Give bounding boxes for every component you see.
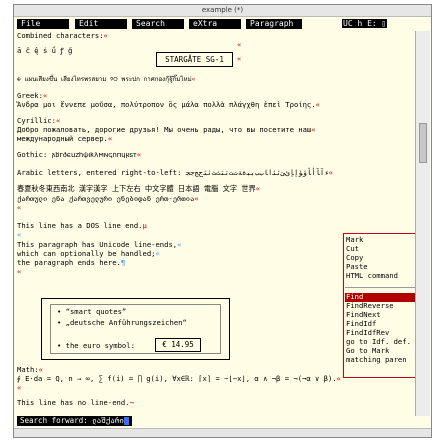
menu-edit[interactable]: Edit [75,19,127,29]
text-line: Math:« [17,365,43,374]
indicator-text: UC h E: ▯ [342,19,388,28]
text-line: ∮ E⋅da = Q, n → ∞, ∑ f(i) = ∏ g(i), ∀x∈ℝ… [17,374,341,383]
text-line: 春夏秋冬東西南北 漢字漢字 上下左右 中文字體 日本語 電腦 文字 世界« [17,184,261,193]
quotes-box: • “smart quotes” • „deutsche Anführungsz… [41,298,230,360]
menu-file[interactable]: File [17,19,69,29]
eol-marker: « [17,267,22,276]
menu-item-matching-paren[interactable]: matching paren [346,355,407,365]
stargate-label: STARGÅTE SG-1 [156,52,233,67]
text-line: Добро пожаловать, дорогие друзья! Мы оче… [17,125,316,134]
text-line: Combined characters:« [17,31,108,40]
text-line: the paragraph ends here.¶ [17,258,126,267]
text-line: ⊕ แผนเสียงขึ้น เสียงไทรพรสยาม ୨୦ พระปก ก… [17,76,196,83]
vertical-scrollbar[interactable] [415,31,430,421]
text-line: This line has no line-end.¬ [17,398,134,407]
eol-marker: « [237,54,242,63]
menu-search[interactable]: Search [132,19,184,29]
status-line: Search forward: ლაშქარი [14,416,431,426]
euro-price: € 14.95 [155,338,201,352]
bottom-frame [14,428,431,437]
menu-separator [345,287,421,288]
search-input[interactable]: ლაშქარი [92,416,124,425]
text-line: Ἄνδρα μοι ἔννεπε μοῦσα, πολύτροπον ὃς μά… [17,100,320,109]
text-line: Cyrillic:« [17,116,61,125]
menu-bar: File Edit Search eXtra Paragraph UC h E:… [14,17,431,30]
text-line: Greek:« [17,91,48,100]
menu-item-html-command[interactable]: HTML command [346,271,398,281]
editor-window: example (*) File Edit Search eXtra Parag… [13,4,432,438]
menu-extra[interactable]: eXtra [189,19,241,29]
list-item: • „deutsche Anführungszeichen“ [57,318,187,327]
title-bar[interactable]: example (*) [14,5,431,17]
text-line: which can optionally be handled;« [17,249,160,258]
status-indicators: UC h E: ▯ [342,19,388,29]
text-cursor [123,417,129,425]
text-line: ქართული ენა ქართველური ენებიდან ერთ-ერთი… [17,194,199,203]
context-menu: Mark Cut Copy Paste HTML command Find Fi… [343,233,423,378]
eol-marker: « [17,230,22,239]
text-line: ā ĉ ę̂ ṡ ǘ ꝭ g̋ [17,46,73,55]
eol-marker: « [17,203,22,212]
search-label: Search forward: [20,416,88,425]
search-prompt[interactable]: Search forward: ლაშქარი [17,416,132,426]
list-item: • “smart quotes” [57,307,127,316]
text-line: This paragraph has Unicode line-ends,« [17,240,182,249]
quotes-box-inner: • “smart quotes” • „deutsche Anführungsz… [50,304,221,354]
text-line: This line has a DOS line end.µ [17,221,147,230]
eol-marker: « [237,40,242,49]
text-line: Arabic letters, entered right-to-left: ﺀ… [17,168,333,177]
list-item: • the euro symbol: [57,341,135,350]
scrollbar-thumb[interactable] [419,123,427,163]
menu-paragraph[interactable]: Paragraph [246,19,302,29]
text-line: Gothic: 𐌰𐌱𐌲𐌳𐌴𐌵𐌶𐌷𐌸𐌹𐌺𐌻𐌼𐌽𐌾𐌿𐍀𐍁𐍂𐍃𐍄« [17,150,142,159]
text-line: международный сервер.« [17,134,113,143]
eol-marker: « [17,383,22,392]
window-title: example (*) [201,6,244,14]
